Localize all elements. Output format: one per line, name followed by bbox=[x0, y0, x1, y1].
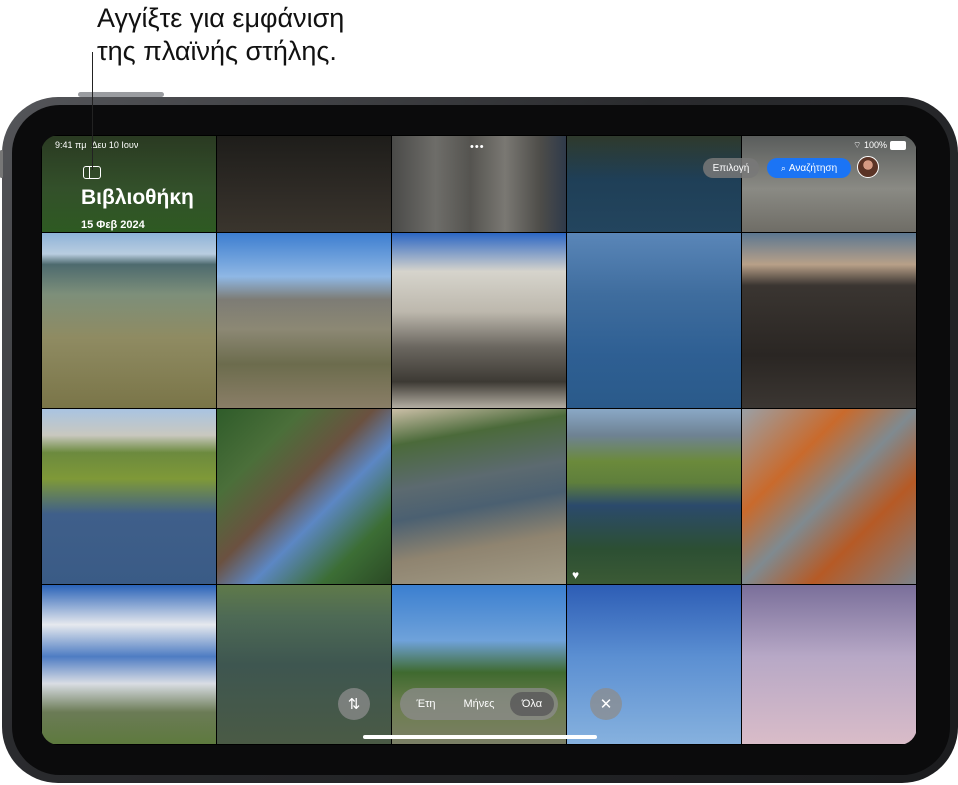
photo-tile[interactable] bbox=[566, 135, 742, 233]
top-button bbox=[78, 92, 164, 97]
photo-tile[interactable] bbox=[566, 232, 742, 409]
segment-all[interactable]: Όλα bbox=[510, 692, 554, 716]
side-button bbox=[0, 150, 3, 178]
photos-screen: 9:41 πμ Δευ 10 Ιουν ⌔ 100% ••• Βιβλιοθήκ… bbox=[41, 135, 917, 745]
callout-line-1: Αγγίξτε για εμφάνιση bbox=[97, 3, 345, 33]
callout-line-2: της πλαϊνής στήλης. bbox=[97, 36, 337, 66]
search-icon: ⌕ bbox=[780, 162, 786, 173]
page-subtitle: 15 Φεβ 2024 bbox=[81, 219, 145, 231]
segment-months[interactable]: Μήνες bbox=[450, 692, 508, 716]
close-button[interactable]: ✕ bbox=[590, 688, 622, 720]
sort-button[interactable]: ⇅ bbox=[338, 688, 370, 720]
photo-tile[interactable] bbox=[741, 232, 917, 409]
view-segmented-control: Έτη Μήνες Όλα bbox=[400, 688, 558, 720]
photo-grid bbox=[41, 135, 917, 745]
sort-icon: ⇅ bbox=[347, 696, 361, 713]
photo-tile[interactable] bbox=[741, 584, 917, 745]
photo-tile[interactable] bbox=[216, 232, 392, 409]
avatar[interactable] bbox=[857, 156, 879, 178]
photo-tile[interactable] bbox=[41, 232, 217, 409]
status-time: 9:41 πμ Δευ 10 Ιουν bbox=[55, 140, 139, 150]
segment-years[interactable]: Έτη bbox=[406, 692, 446, 716]
search-button[interactable]: ⌕ Αναζήτηση bbox=[767, 158, 851, 178]
photo-tile[interactable] bbox=[566, 408, 742, 585]
battery-percent: 100% bbox=[863, 140, 888, 150]
photo-tile[interactable] bbox=[216, 408, 392, 585]
status-right: ⌔ 100% bbox=[853, 140, 906, 151]
photo-tile[interactable] bbox=[391, 232, 567, 409]
select-label: Επιλογή bbox=[712, 162, 750, 174]
photo-tile[interactable] bbox=[216, 584, 392, 745]
battery-icon bbox=[889, 141, 906, 151]
home-indicator bbox=[363, 735, 597, 739]
more-dots[interactable]: ••• bbox=[470, 141, 485, 153]
photo-tile[interactable] bbox=[391, 408, 567, 585]
wifi-icon: ⌔ bbox=[853, 140, 862, 150]
photo-tile[interactable] bbox=[41, 408, 217, 585]
photo-tile[interactable] bbox=[566, 584, 742, 745]
page-title: Βιβλιοθήκη bbox=[81, 186, 194, 209]
photo-tile[interactable] bbox=[41, 584, 217, 745]
select-button[interactable]: Επιλογή bbox=[703, 158, 759, 178]
photo-tile[interactable] bbox=[216, 135, 392, 233]
callout-annotation: Αγγίξτε για εμφάνιση της πλαϊνής στήλης. bbox=[97, 2, 344, 68]
photo-tile[interactable] bbox=[391, 584, 567, 745]
status-date: Δευ 10 Ιουν bbox=[91, 140, 139, 150]
photo-tile[interactable] bbox=[741, 408, 917, 585]
search-label: Αναζήτηση bbox=[788, 162, 838, 174]
close-icon: ✕ bbox=[599, 696, 613, 713]
heart-icon: ♥ bbox=[572, 568, 580, 582]
callout-line bbox=[92, 52, 93, 170]
